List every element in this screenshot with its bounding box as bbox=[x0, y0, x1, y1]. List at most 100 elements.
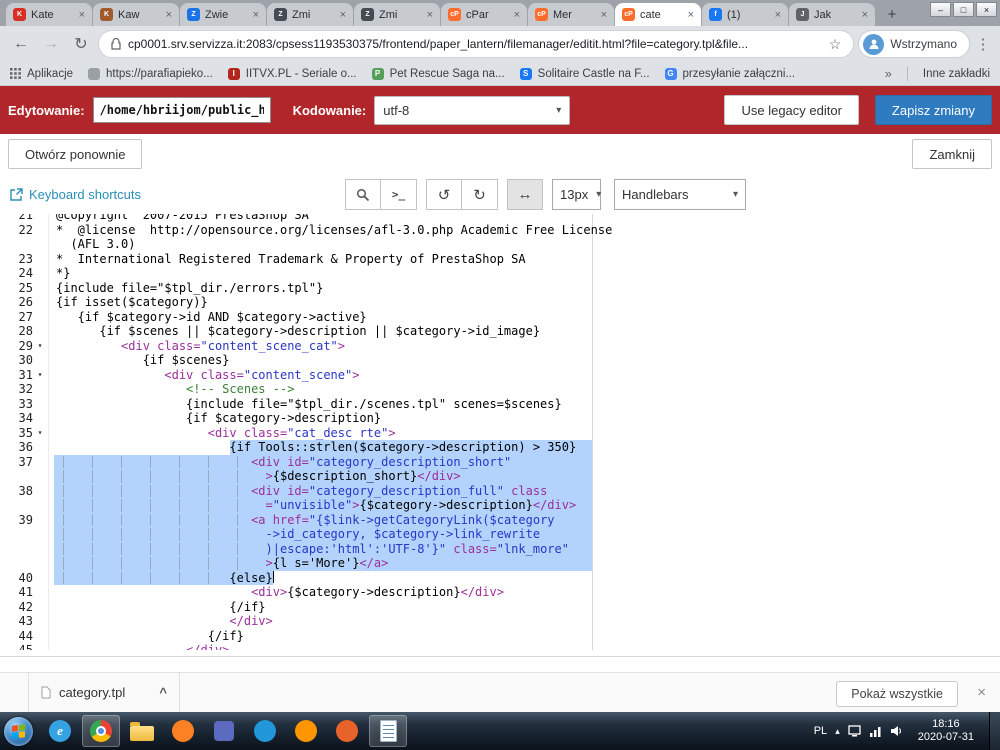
bookmarks-overflow-icon[interactable]: » bbox=[885, 66, 892, 81]
code-text[interactable]: >{l s='More'}</a> bbox=[48, 556, 1000, 571]
tab-close-icon[interactable]: × bbox=[340, 9, 346, 21]
line-number-gutter[interactable]: 23 bbox=[0, 252, 48, 267]
line-number-gutter[interactable]: 30 bbox=[0, 353, 48, 368]
code-line[interactable]: 29▾ <div class="content_scene_cat"> bbox=[0, 339, 1000, 354]
bookmark-item[interactable]: PPet Rescue Saga na... bbox=[372, 68, 505, 80]
forward-icon[interactable]: → bbox=[38, 35, 64, 53]
line-number-gutter[interactable]: 42 bbox=[0, 600, 48, 615]
line-number-gutter[interactable]: 35▾ bbox=[0, 426, 48, 441]
line-number-gutter[interactable]: 29▾ bbox=[0, 339, 48, 354]
line-number-gutter[interactable]: 32 bbox=[0, 382, 48, 397]
code-line[interactable]: 38 <div id="category_description_full" c… bbox=[0, 484, 1000, 499]
bookmark-item[interactable]: https://parafiapieko... bbox=[88, 68, 213, 80]
code-line[interactable]: 40 {else} bbox=[0, 571, 1000, 586]
line-number-gutter[interactable] bbox=[0, 237, 48, 252]
code-line[interactable]: 31▾ <div class="content_scene"> bbox=[0, 368, 1000, 383]
code-line[interactable]: 44 {/if} bbox=[0, 629, 1000, 644]
code-text[interactable]: {include file="$tpl_dir./errors.tpl"} bbox=[48, 281, 1000, 296]
font-size-select[interactable]: 13px ▾ bbox=[552, 179, 601, 210]
bookmark-item[interactable]: IIITVX.PL - Seriale o... bbox=[228, 68, 357, 80]
code-line[interactable]: 45 </div> bbox=[0, 643, 1000, 650]
taskbar-icon-ie[interactable]: e bbox=[41, 715, 79, 747]
code-text[interactable]: ->id_category, $category->link_rewrite bbox=[48, 527, 1000, 542]
network-icon[interactable] bbox=[869, 725, 882, 737]
encoding-select[interactable]: utf-8 ▾ bbox=[374, 96, 570, 125]
code-line[interactable]: 23* International Registered Trademark &… bbox=[0, 252, 1000, 267]
line-number-gutter[interactable] bbox=[0, 498, 48, 513]
code-text[interactable]: ="unvisible">{$category->description}</d… bbox=[48, 498, 1000, 513]
line-number-gutter[interactable] bbox=[0, 556, 48, 571]
search-button[interactable] bbox=[345, 179, 381, 210]
line-number-gutter[interactable]: 21 bbox=[0, 214, 48, 223]
tab-close-icon[interactable]: × bbox=[79, 9, 85, 21]
line-number-gutter[interactable] bbox=[0, 542, 48, 557]
code-line[interactable]: )|escape:'html':'UTF-8'}" class="lnk_mor… bbox=[0, 542, 1000, 557]
code-text[interactable]: {if isset($category)} bbox=[48, 295, 1000, 310]
line-number-gutter[interactable]: 40 bbox=[0, 571, 48, 586]
redo-button[interactable]: ↻ bbox=[462, 179, 498, 210]
browser-tab[interactable]: KKate× bbox=[6, 3, 92, 26]
hidden-icons-arrow-icon[interactable]: ▴ bbox=[835, 726, 840, 737]
code-text[interactable]: <div class="content_scene"> bbox=[48, 368, 1000, 383]
code-line[interactable]: 21@copyright 2007-2015 PrestaShop SA bbox=[0, 214, 1000, 223]
code-line[interactable]: 33 {include file="$tpl_dir./scenes.tpl" … bbox=[0, 397, 1000, 412]
undo-button[interactable]: ↺ bbox=[426, 179, 462, 210]
code-text[interactable]: {if $scenes} bbox=[48, 353, 1000, 368]
taskbar-icon-xampp[interactable] bbox=[164, 715, 202, 747]
tab-close-icon[interactable]: × bbox=[166, 9, 172, 21]
address-bar[interactable]: cp0001.srv.servizza.it:2083/cpsess119353… bbox=[98, 30, 854, 58]
other-bookmarks[interactable]: Inne zakładki bbox=[923, 68, 990, 80]
legacy-editor-button[interactable]: Use legacy editor bbox=[724, 95, 858, 125]
code-line[interactable]: 43 </div> bbox=[0, 614, 1000, 629]
code-line[interactable]: 39 <a href="{$link->getCategoryLink($cat… bbox=[0, 513, 1000, 528]
line-number-gutter[interactable]: 28 bbox=[0, 324, 48, 339]
tab-close-icon[interactable]: × bbox=[514, 9, 520, 21]
reload-icon[interactable]: ↻ bbox=[68, 34, 94, 54]
code-text[interactable]: <div class="content_scene_cat"> bbox=[48, 339, 1000, 354]
clock[interactable]: 18:16 2020-07-31 bbox=[918, 718, 974, 744]
close-window-button[interactable]: × bbox=[976, 2, 997, 17]
code-line[interactable]: 28 {if $scenes || $category->description… bbox=[0, 324, 1000, 339]
bookmark-item[interactable]: Gprzesyłanie załączni... bbox=[665, 68, 796, 80]
tab-close-icon[interactable]: × bbox=[601, 9, 607, 21]
code-text[interactable]: * @license http://opensource.org/license… bbox=[48, 223, 1000, 238]
code-text[interactable]: >{$description_short}</div> bbox=[48, 469, 1000, 484]
fold-marker[interactable]: ▾ bbox=[33, 426, 47, 441]
code-line[interactable]: 30 {if $scenes} bbox=[0, 353, 1000, 368]
bookmark-item[interactable]: SSolitaire Castle na F... bbox=[520, 68, 650, 80]
start-button[interactable] bbox=[4, 717, 33, 746]
code-editor[interactable]: 21@copyright 2007-2015 PrestaShop SA22* … bbox=[0, 214, 1000, 650]
back-icon[interactable]: ← bbox=[8, 35, 34, 53]
code-text[interactable]: (AFL 3.0) bbox=[48, 237, 1000, 252]
code-text[interactable]: </div> bbox=[48, 643, 1000, 650]
syntax-mode-select[interactable]: Handlebars ▾ bbox=[614, 179, 746, 210]
browser-tab[interactable]: f(1)× bbox=[702, 3, 788, 26]
tab-close-icon[interactable]: × bbox=[253, 9, 259, 21]
code-line[interactable]: (AFL 3.0) bbox=[0, 237, 1000, 252]
file-tab[interactable]: category.tpl ^ bbox=[28, 673, 180, 712]
browser-menu-icon[interactable]: ⋮ bbox=[974, 35, 992, 53]
tab-close-icon[interactable]: × bbox=[427, 9, 433, 21]
line-number-gutter[interactable]: 36 bbox=[0, 440, 48, 455]
code-line[interactable]: >{l s='More'}</a> bbox=[0, 556, 1000, 571]
taskbar-icon-media-app[interactable] bbox=[205, 715, 243, 747]
browser-tab[interactable]: cPcate× bbox=[615, 3, 701, 26]
line-number-gutter[interactable]: 37 bbox=[0, 455, 48, 470]
code-text[interactable]: @copyright 2007-2015 PrestaShop SA bbox=[48, 214, 1000, 223]
line-number-gutter[interactable]: 22 bbox=[0, 223, 48, 238]
code-text[interactable]: {if $category->description} bbox=[48, 411, 1000, 426]
chevron-up-icon[interactable]: ^ bbox=[159, 685, 167, 700]
code-line[interactable]: 36 {if Tools::strlen($category->descript… bbox=[0, 440, 1000, 455]
maximize-button[interactable]: □ bbox=[953, 2, 974, 17]
show-desktop-button[interactable] bbox=[989, 712, 1000, 750]
fold-marker[interactable]: ▾ bbox=[33, 339, 47, 354]
code-text[interactable]: {if Tools::strlen($category->description… bbox=[48, 440, 1000, 455]
code-text[interactable]: )|escape:'html':'UTF-8'}" class="lnk_mor… bbox=[48, 542, 1000, 557]
browser-tab[interactable]: ZZmi× bbox=[354, 3, 440, 26]
code-line[interactable]: 22* @license http://opensource.org/licen… bbox=[0, 223, 1000, 238]
code-line[interactable]: 35▾ <div class="cat_desc rte"> bbox=[0, 426, 1000, 441]
line-number-gutter[interactable]: 41 bbox=[0, 585, 48, 600]
tab-close-icon[interactable]: × bbox=[688, 9, 694, 21]
browser-tab[interactable]: ZZwie× bbox=[180, 3, 266, 26]
line-number-gutter[interactable]: 33 bbox=[0, 397, 48, 412]
